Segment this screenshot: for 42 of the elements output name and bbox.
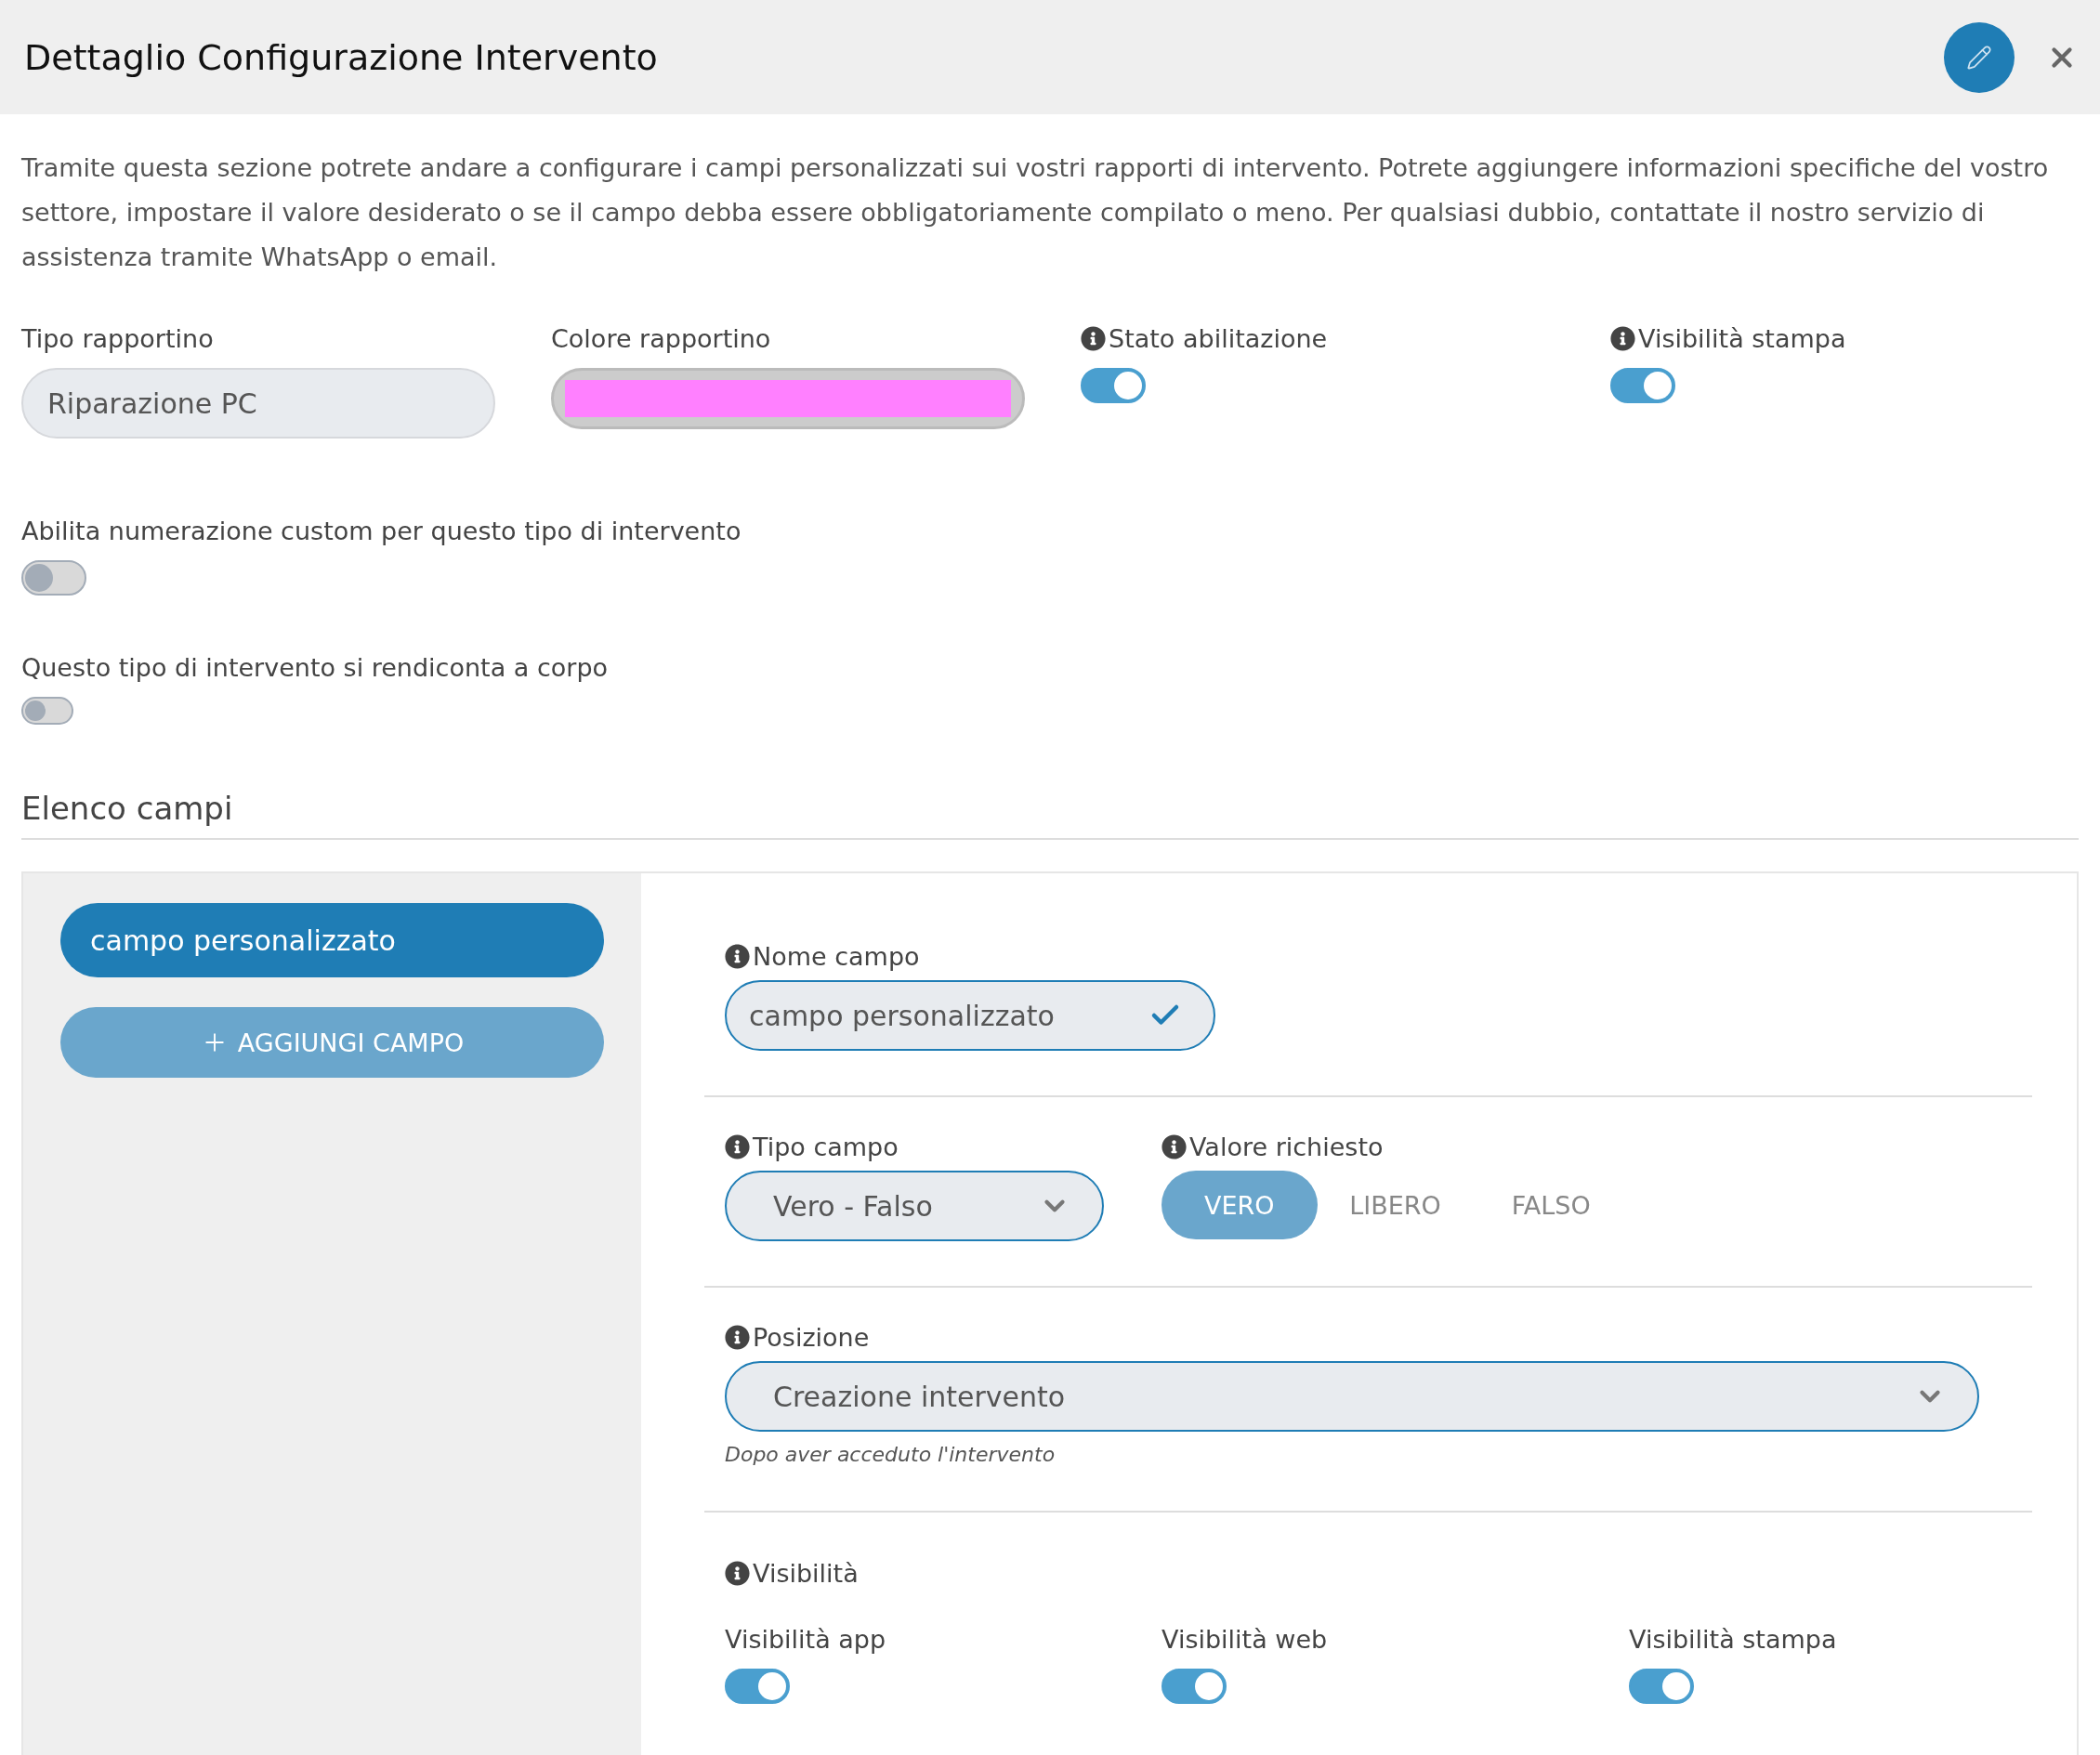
value-option[interactable]: FALSO [1473, 1171, 1629, 1239]
value-option[interactable]: LIBERO [1317, 1171, 1474, 1239]
info-icon [1081, 326, 1106, 351]
value-option[interactable]: VERO [1162, 1171, 1318, 1239]
field-label: Nome campo [753, 942, 920, 971]
name-field[interactable]: campo personalizzato [725, 980, 1215, 1051]
field-label: Visibilità stampa [1629, 1625, 1837, 1654]
toggle-switch[interactable] [725, 1669, 790, 1704]
option-label: Questo tipo di intervento si rendiconta a corpo [21, 653, 609, 682]
info-icon [725, 1561, 750, 1586]
toggle-switch[interactable] [21, 697, 73, 725]
toggle-switch[interactable] [1081, 368, 1146, 403]
toggle-switch[interactable] [1162, 1669, 1227, 1704]
toggle-switch[interactable] [21, 560, 86, 596]
intro-text: Tramite questa sezione potrete andare a configurare i campi personalizzati sui vostri rapporti di intervento. Potrete aggiungere informazioni specifiche del vostro settore, impostare il valore desiderato o se il campo debba essere obbligatoriamente compilato o meno. Per qualsiasi dubbio, contattate il nostro servizio di assistenza tramite WhatsApp o email. [21, 152, 2050, 273]
field-label: Visibilità stampa [1638, 324, 1846, 353]
field-label: Visibilità app [725, 1625, 886, 1654]
position-select[interactable]: Creazione intervento [725, 1361, 1979, 1432]
field-label: Visibilità web [1162, 1625, 1328, 1654]
toggle-switch[interactable] [1629, 1669, 1694, 1704]
info-icon [725, 944, 750, 969]
info-icon [1162, 1134, 1187, 1159]
field-label: Tipo rapportino [21, 324, 214, 353]
type-select[interactable]: Vero - Falso [725, 1171, 1104, 1241]
section-title: Elenco campi [21, 790, 2079, 840]
info-icon [725, 1325, 750, 1350]
option-label: Abilita numerazione custom per questo tipo di intervento [21, 517, 742, 545]
field-list-item[interactable]: campo personalizzato [60, 903, 604, 977]
toggle-switch[interactable] [1610, 368, 1675, 403]
field-label: Visibilità [753, 1559, 859, 1588]
hint-text: Dopo aver acceduto l'intervento [725, 1443, 1057, 1466]
field-label: Stato abilitazione [1109, 324, 1328, 353]
info-icon [1610, 326, 1635, 351]
text-field[interactable]: Riparazione PC [21, 368, 495, 439]
info-icon [725, 1134, 750, 1159]
field-label: Tipo campo [753, 1133, 899, 1161]
field-label: Posizione [753, 1323, 870, 1352]
pencil-icon [1966, 44, 1992, 71]
dialog-title: Dettaglio Configurazione Intervento [24, 36, 659, 78]
add-field-button[interactable]: AGGIUNGI CAMPO [60, 1007, 604, 1078]
field-label: Valore richiesto [1189, 1133, 1384, 1161]
field-label: Colore rapportino [551, 324, 771, 353]
